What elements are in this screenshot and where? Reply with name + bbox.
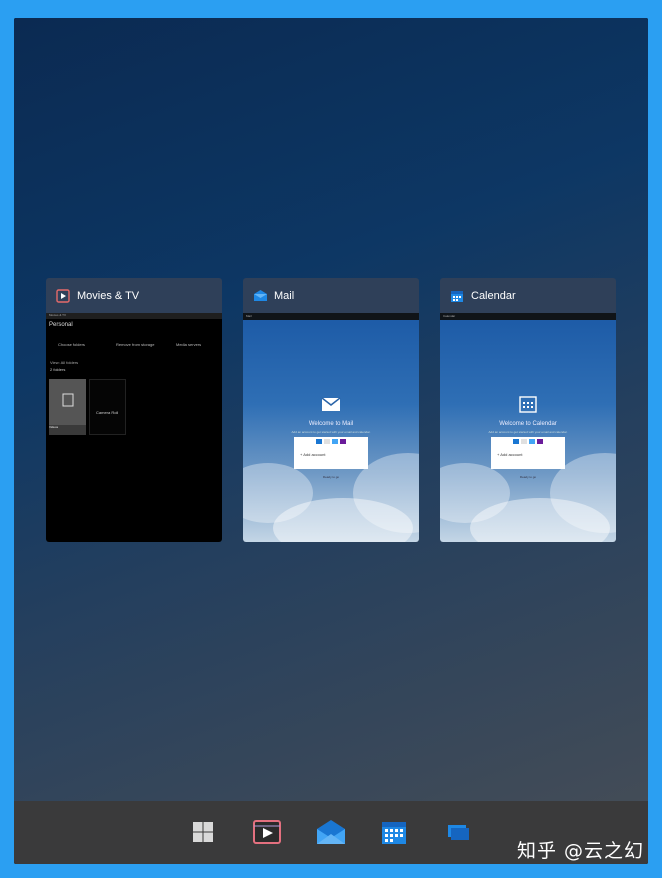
task-view-button[interactable] (441, 815, 475, 849)
thumb-tile-videos: Videos (49, 379, 86, 435)
add-account-label: + Add account (497, 452, 523, 457)
task-view-desktop: Movies & TV Movies & TV Personal Choose … (14, 18, 648, 801)
thumb-tile-camera-roll: Camera Roll (89, 379, 126, 435)
movies-tv-icon (55, 288, 71, 304)
thumb-titlebar: Movies & TV (46, 313, 222, 319)
screen: Movies & TV Movies & TV Personal Choose … (14, 18, 648, 864)
add-account-label: + Add account (300, 452, 326, 457)
account-provider-icons (503, 439, 553, 445)
ready-link: Ready to go (322, 475, 340, 479)
task-view-window-movies-tv[interactable]: Movies & TV Movies & TV Personal Choose … (46, 278, 222, 542)
calendar-icon (449, 288, 465, 304)
window-header: Calendar (440, 278, 616, 313)
watermark: 知乎 @云之幻 (516, 840, 644, 862)
window-title: Movies & TV (77, 289, 140, 302)
thumb-titlebar: Mail (243, 313, 419, 320)
thumb-filter: View: All folders (50, 360, 79, 365)
account-box: + Add account (491, 437, 565, 469)
welcome-subtitle: Add an account to get started with your … (291, 430, 371, 434)
task-view-window-mail[interactable]: Mail Mail Welcome to Mail Add an account… (243, 278, 419, 542)
account-provider-icons (306, 439, 356, 445)
task-view-icon (448, 825, 469, 840)
window-title: Mail (274, 289, 295, 302)
thumb-toolbar: Choose folders Remove from storage Media… (58, 342, 202, 347)
taskbar-calendar-button[interactable] (377, 815, 411, 849)
welcome-title: Welcome to Mail (308, 421, 354, 427)
thumb-section: Personal (49, 322, 73, 328)
thumb-titlebar: Calendar (440, 313, 616, 320)
window-thumbnail: Calendar Welcome to Calendar Add an acco… (440, 313, 616, 542)
mail-icon (317, 820, 345, 844)
taskbar-mail-button[interactable] (314, 815, 348, 849)
mail-icon (321, 395, 341, 413)
window-title: Calendar (471, 289, 516, 302)
ready-link: Ready to go (519, 475, 537, 479)
calendar-icon (518, 395, 538, 413)
window-thumbnail: Movies & TV Personal Choose folders Remo… (46, 313, 222, 542)
movies-tv-icon (253, 820, 281, 844)
welcome-subtitle: Add an account to get started with your … (488, 430, 568, 434)
welcome-title: Welcome to Calendar (499, 421, 557, 427)
windows-logo-icon (193, 822, 213, 842)
window-header: Mail (243, 278, 419, 313)
account-box: + Add account (294, 437, 368, 469)
calendar-icon (382, 822, 406, 844)
window-header: Movies & TV (46, 278, 222, 313)
mail-icon (252, 288, 268, 304)
task-view-window-calendar[interactable]: Calendar Calendar Welcome to Calendar Ad… (440, 278, 616, 542)
taskbar-movies-tv-button[interactable] (250, 815, 284, 849)
device-frame: Movies & TV Movies & TV Personal Choose … (0, 0, 662, 878)
window-thumbnail: Mail Welcome to Mail Add an account to g… (243, 313, 419, 542)
thumb-count: 2 folders (50, 367, 66, 372)
start-button[interactable] (186, 815, 220, 849)
